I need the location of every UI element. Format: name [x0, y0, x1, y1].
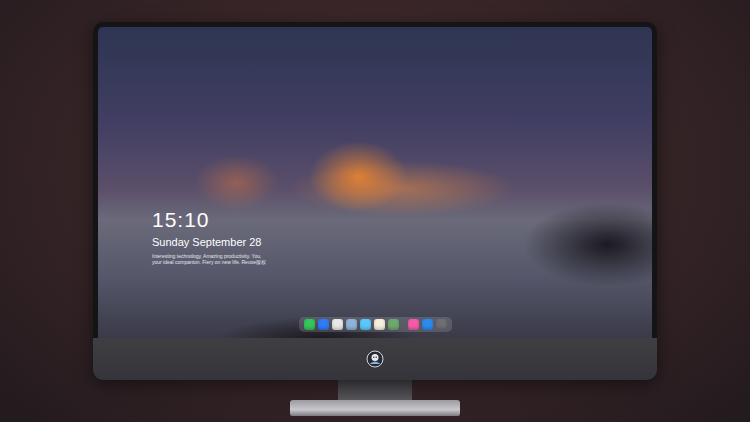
dock [299, 317, 452, 332]
logo-icon [366, 350, 384, 368]
dock-apps [304, 319, 399, 330]
caption-line: your ideal companion. Fiery on new life.… [152, 259, 652, 265]
app-icon[interactable] [374, 319, 385, 330]
caption: Interesting technology, Amazing producti… [152, 253, 652, 265]
app-icon[interactable] [318, 319, 329, 330]
app-icon[interactable] [388, 319, 399, 330]
monitor-stand [290, 400, 460, 416]
app-icon[interactable] [408, 319, 419, 330]
clock-time: 15:10 [152, 207, 652, 233]
caption-line: Interesting technology, Amazing producti… [152, 253, 652, 259]
desktop-background: 15:10 Sunday September 28 Interesting tech… [0, 0, 750, 422]
app-icon[interactable] [436, 319, 447, 330]
app-icon[interactable] [332, 319, 343, 330]
app-icon[interactable] [346, 319, 357, 330]
app-icon[interactable] [422, 319, 433, 330]
monitor-chin [93, 338, 657, 380]
monitor-neck [338, 380, 412, 400]
dock-pinned [408, 319, 447, 330]
monitor: 15:10 Sunday September 28 Interesting tech… [93, 22, 657, 380]
app-icon[interactable] [304, 319, 315, 330]
lock-screen: 15:10 Sunday September 28 Interesting tech… [98, 27, 652, 338]
app-icon[interactable] [360, 319, 371, 330]
clock-date: Sunday September 28 [152, 235, 652, 249]
